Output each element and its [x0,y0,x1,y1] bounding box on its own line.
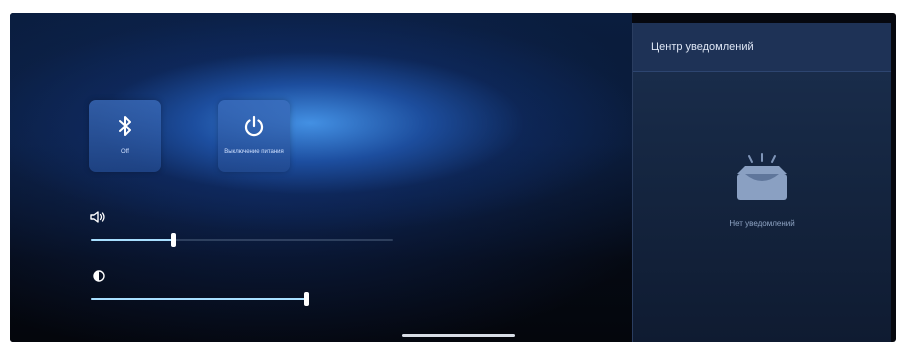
brightness-slider[interactable] [91,292,309,306]
bluetooth-toggle[interactable]: Off [89,100,161,172]
volume-slider-thumb[interactable] [170,233,176,247]
power-icon [242,114,266,143]
brightness-slider-thumb[interactable] [304,292,309,306]
brightness-slider-fill [91,298,306,300]
power-label: Выключение питания [224,149,284,155]
notification-center-title: Центр уведомлений [651,41,754,53]
notification-center-header: Центр уведомлений [633,23,891,72]
bluetooth-label: Off [121,149,129,155]
tray-icon [731,152,793,209]
volume-slider[interactable] [91,233,393,247]
empty-notifications-text: Нет уведомлений [729,219,795,228]
background-glow [10,13,632,342]
notification-center-panel: Центр уведомлений Нет уведомлений [632,23,891,342]
power-button[interactable]: Выключение питания [218,100,290,172]
bluetooth-icon [117,114,133,143]
brightness-icon [93,269,105,287]
control-center-screen: Off Выключение питания Центр уведомлений… [10,13,896,342]
speaker-icon [90,210,106,228]
home-indicator[interactable] [402,334,515,337]
volume-slider-fill [91,239,173,241]
